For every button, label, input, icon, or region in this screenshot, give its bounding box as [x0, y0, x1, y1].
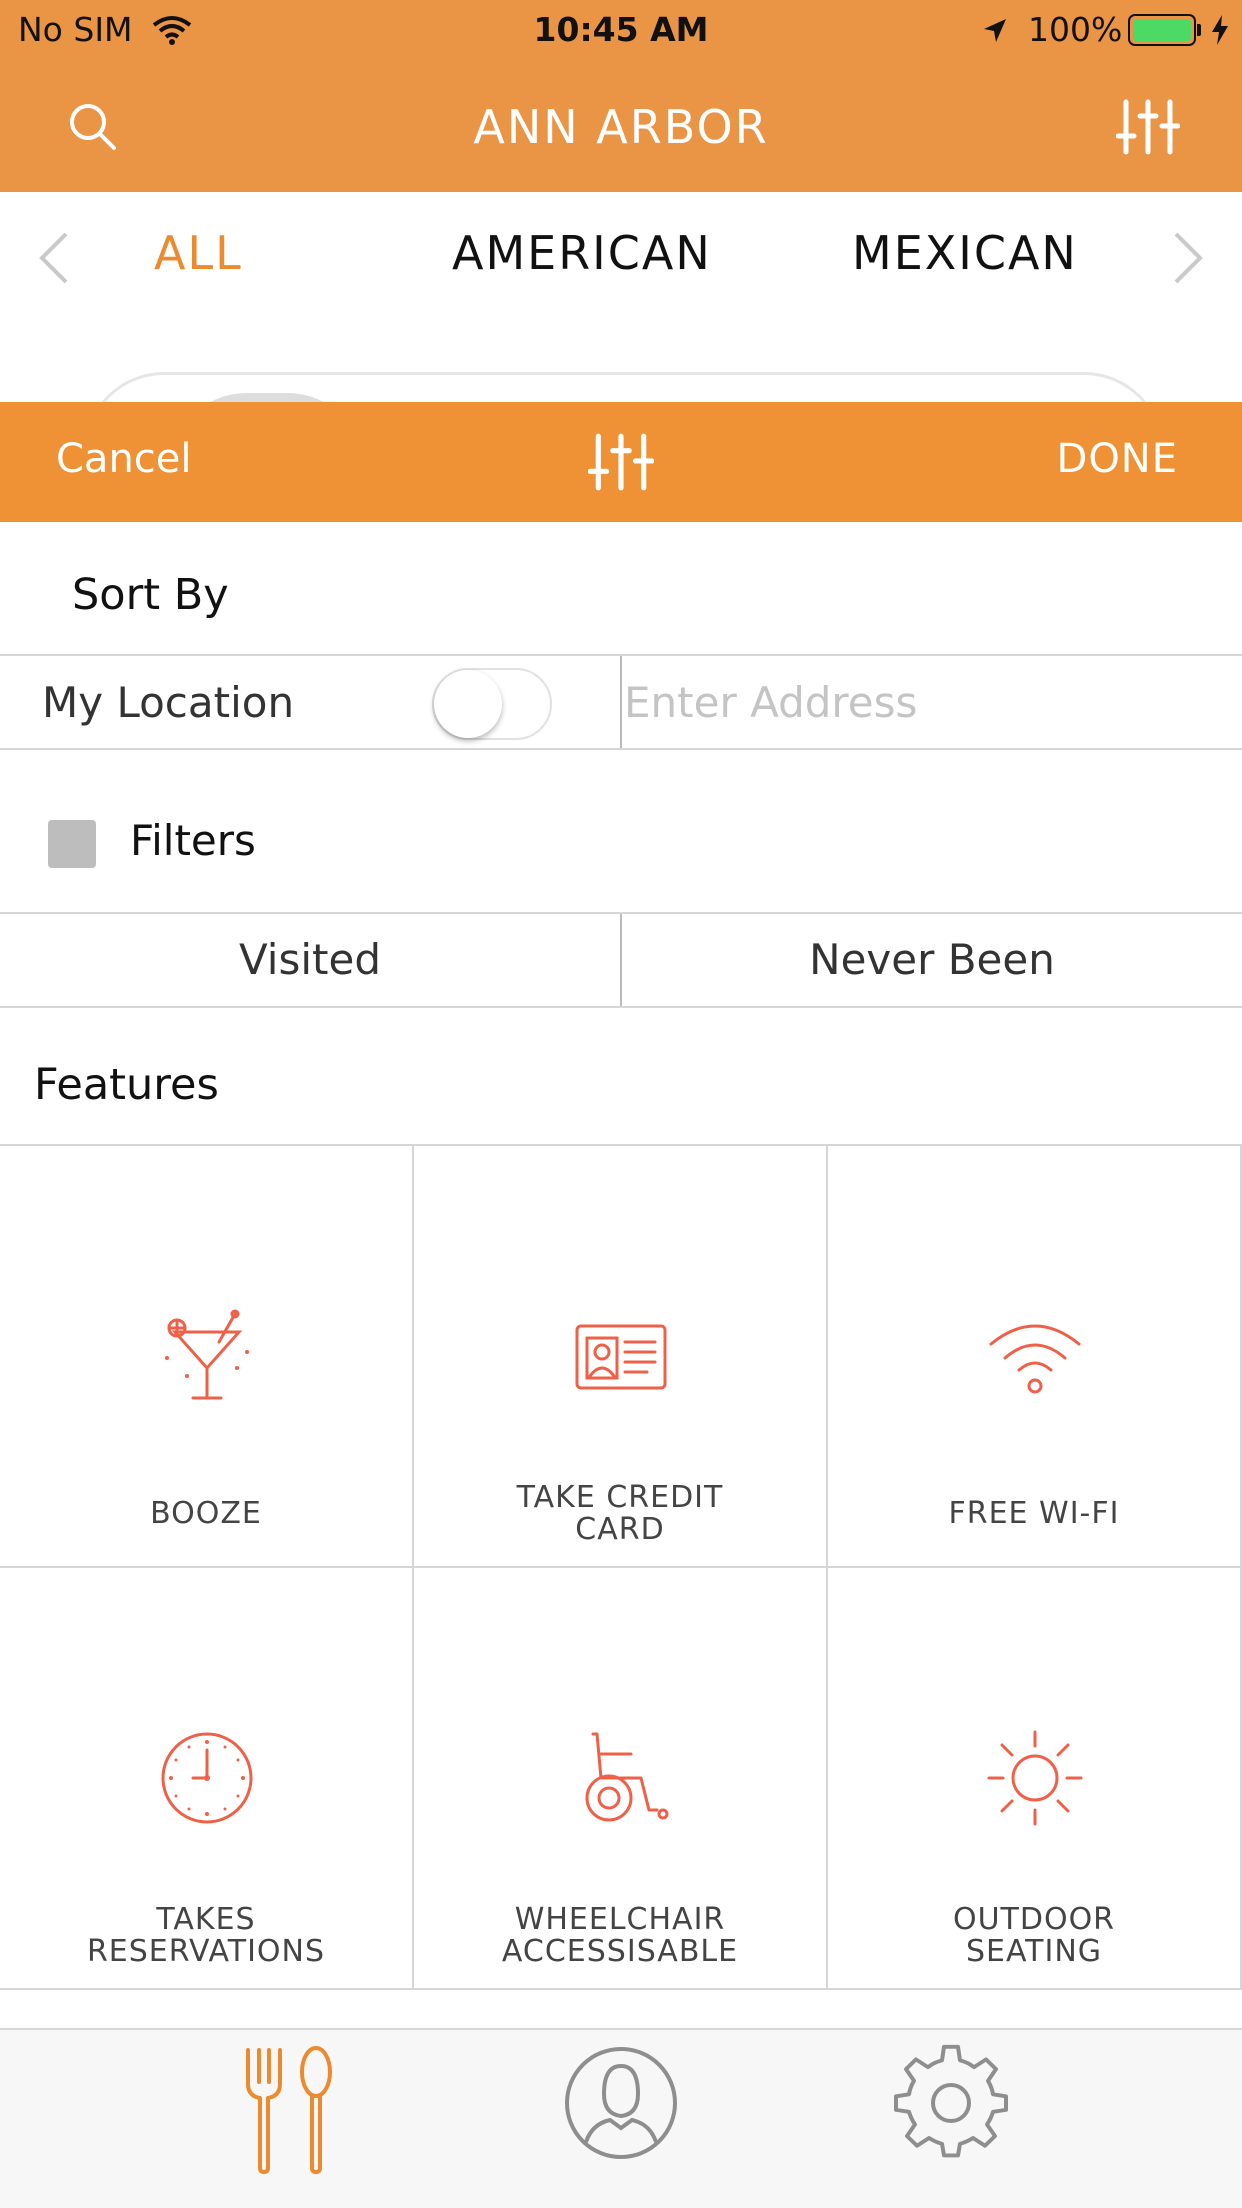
my-location-toggle[interactable]: [432, 668, 552, 740]
tab-bar: [0, 2028, 1242, 2208]
filters-checkbox[interactable]: [48, 820, 96, 868]
feature-label: ACCESSISABLE: [501, 1934, 739, 1969]
feature-booze[interactable]: BOOZE: [0, 1146, 414, 1568]
gear-icon[interactable]: [892, 2044, 1010, 2162]
feature-label: WHEELCHAIR: [514, 1902, 726, 1937]
nav-bar: ANN ARBOR: [0, 62, 1242, 192]
charging-bolt-icon: [1212, 15, 1228, 45]
wifi-icon: [989, 1324, 1081, 1394]
sun-icon: [987, 1730, 1083, 1826]
feature-label: SEATING: [965, 1934, 1103, 1969]
location-arrow-icon: [984, 19, 1006, 42]
category-tabs: ALL AMERICAN MEXICAN: [0, 192, 1242, 322]
segment-never-been[interactable]: Never Been: [622, 914, 1242, 1006]
battery-icon: [1128, 14, 1196, 46]
feature-wheelchair-accessible[interactable]: WHEELCHAIR ACCESSISABLE: [414, 1568, 828, 1990]
feature-label: FREE WI-FI: [948, 1496, 1120, 1531]
features-grid: BOOZE TAKE CREDIT CARD FREE WI-FI TAKES …: [0, 1144, 1242, 1990]
feature-label: TAKE CREDIT: [516, 1480, 724, 1515]
cancel-button[interactable]: Cancel: [56, 436, 192, 482]
wheelchair-icon: [585, 1732, 669, 1822]
profile-icon[interactable]: [562, 2044, 680, 2162]
chevron-right-icon[interactable]: [1168, 228, 1208, 288]
clock-icon: [161, 1732, 253, 1824]
location-row: My Location: [0, 654, 1242, 750]
feature-label: RESERVATIONS: [86, 1934, 326, 1969]
feature-takes-reservations[interactable]: TAKES RESERVATIONS: [0, 1568, 414, 1990]
category-tab-all[interactable]: ALL: [154, 226, 243, 280]
divider: [620, 656, 622, 748]
battery-percentage: 100%: [1028, 10, 1123, 49]
features-heading: Features: [34, 1060, 219, 1110]
chevron-left-icon[interactable]: [34, 228, 74, 288]
feature-label: OUTDOOR: [952, 1902, 1116, 1937]
feature-outdoor-seating[interactable]: OUTDOOR SEATING: [828, 1568, 1242, 1990]
fork-spoon-icon[interactable]: [242, 2044, 338, 2176]
feature-free-wifi[interactable]: FREE WI-FI: [828, 1146, 1242, 1568]
feature-label: BOOZE: [150, 1496, 262, 1531]
segment-visited[interactable]: Visited: [0, 914, 620, 1006]
filter-sheet-header: Cancel DONE: [0, 402, 1242, 522]
feature-label: CARD: [575, 1512, 665, 1547]
done-button[interactable]: DONE: [1057, 436, 1178, 482]
address-input[interactable]: [624, 660, 1224, 744]
filters-label: Filters: [130, 816, 256, 865]
feature-take-credit-card[interactable]: TAKE CREDIT CARD: [414, 1146, 828, 1568]
category-tab-american[interactable]: AMERICAN: [452, 226, 712, 280]
filter-sliders-icon: [588, 433, 654, 491]
feature-label: TAKES: [156, 1902, 256, 1937]
category-tab-mexican[interactable]: MEXICAN: [852, 226, 1078, 280]
battery-cap: [1197, 24, 1201, 36]
toggle-knob: [434, 670, 502, 738]
filter-sliders-icon[interactable]: [1116, 98, 1180, 156]
cocktail-icon: [165, 1309, 249, 1400]
city-title: ANN ARBOR: [473, 100, 769, 154]
status-bar: No SIM 10:45 AM 100%: [0, 0, 1242, 62]
filter-sheet: Sort By My Location Filters Visited Neve…: [0, 522, 1242, 2028]
sort-by-heading: Sort By: [72, 570, 229, 620]
credit-card-icon: [575, 1324, 667, 1390]
visit-segment-control: Visited Never Been: [0, 912, 1242, 1008]
my-location-label: My Location: [42, 678, 295, 727]
